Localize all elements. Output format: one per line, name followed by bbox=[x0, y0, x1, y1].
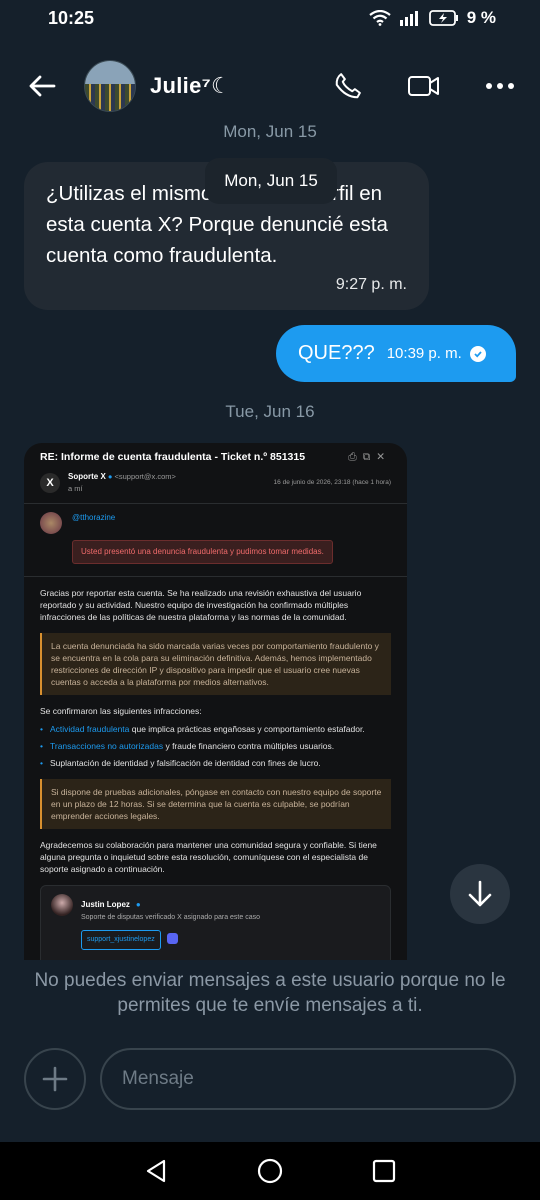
email-sender-row: X Soporte X ● <support@x.com> a mí 16 de… bbox=[40, 471, 391, 495]
agent-name: Justin Lopez bbox=[81, 900, 130, 909]
email-subject: RE: Informe de cuenta fraudulenta - Tick… bbox=[40, 451, 306, 463]
message-input[interactable]: Mensaje bbox=[100, 1048, 516, 1110]
nav-home-icon[interactable] bbox=[256, 1157, 284, 1185]
more-options-button[interactable] bbox=[480, 66, 520, 106]
violations-heading: Se confirmaron las siguientes infraccion… bbox=[40, 706, 202, 716]
agent-avatar bbox=[51, 894, 73, 916]
chat-header: Julie⁷☾ bbox=[0, 50, 540, 122]
status-bar: 10:25 9 % bbox=[0, 0, 540, 36]
agent-role: Soporte de disputas verificado X asignad… bbox=[81, 914, 261, 921]
email-paragraph-2: Agradecemos su colaboración para mantene… bbox=[40, 840, 377, 874]
call-button[interactable] bbox=[328, 66, 368, 106]
email-sender-name: Soporte X bbox=[68, 472, 106, 481]
email-recipient: a mí bbox=[68, 484, 83, 493]
incoming-message-time: 9:27 p. m. bbox=[335, 276, 407, 293]
more-dots-icon bbox=[486, 83, 514, 89]
violations-list: Actividad fraudulenta que implica prácti… bbox=[40, 723, 391, 769]
arrow-down-icon bbox=[468, 880, 492, 907]
email-screenshot-image[interactable]: RE: Informe de cuenta fraudulenta - Tick… bbox=[24, 443, 407, 960]
date-separator-faded: Mon, Jun 15 bbox=[223, 122, 317, 140]
reported-user-handle: @tthorazine bbox=[72, 513, 116, 522]
x-logo-icon: X bbox=[40, 473, 60, 493]
floating-date-pill: Mon, Jun 15 bbox=[205, 158, 337, 204]
reported-user-avatar bbox=[40, 512, 62, 534]
email-alert: Usted presentó una denuncia fraudulenta … bbox=[72, 540, 333, 564]
wifi-icon bbox=[369, 10, 391, 26]
violation-item: Transacciones no autorizadas y fraude fi… bbox=[40, 740, 391, 752]
reported-user-row: @tthorazine bbox=[40, 512, 391, 534]
battery-percent: 9 % bbox=[466, 8, 496, 27]
email-notice-box-2: Si dispone de pruebas adicionales, pónga… bbox=[40, 779, 391, 829]
email-tool-icons: ⎙⧉✕ bbox=[348, 451, 391, 463]
add-media-button[interactable] bbox=[24, 1048, 86, 1110]
back-button[interactable] bbox=[20, 64, 64, 108]
contact-avatar[interactable] bbox=[84, 60, 136, 112]
phone-icon bbox=[335, 73, 361, 99]
video-camera-icon bbox=[408, 76, 439, 96]
outgoing-message[interactable]: QUE??? 10:39 p. m. bbox=[276, 325, 516, 382]
email-paragraph-1: Gracias por reportar esta cuenta. Se ha … bbox=[40, 588, 362, 622]
email-sender-address: <support@x.com> bbox=[114, 472, 176, 481]
outgoing-message-text: QUE??? bbox=[298, 342, 375, 364]
video-call-button[interactable] bbox=[404, 66, 444, 106]
nav-back-icon[interactable] bbox=[143, 1158, 169, 1184]
system-nav-bar bbox=[0, 1142, 540, 1200]
seen-check-icon bbox=[469, 345, 486, 362]
agent-username: support_xjustinelopez bbox=[81, 930, 161, 950]
email-date: 16 de junio de 2026, 23:18 (hace 1 hora) bbox=[273, 479, 391, 486]
outgoing-message-time: 10:39 p. m. bbox=[386, 345, 462, 362]
contact-name[interactable]: Julie⁷☾ bbox=[150, 73, 231, 99]
email-subject-row: RE: Informe de cuenta fraudulenta - Tick… bbox=[40, 451, 391, 463]
message-composer: Mensaje bbox=[24, 1048, 516, 1110]
discord-icon bbox=[166, 933, 178, 945]
violation-item: Suplantación de identidad y falsificació… bbox=[40, 757, 391, 769]
scroll-to-bottom-button[interactable] bbox=[450, 864, 510, 924]
plus-icon bbox=[42, 1066, 68, 1092]
header-actions bbox=[328, 66, 520, 106]
date-separator: Tue, Jun 16 bbox=[225, 402, 315, 421]
status-time: 10:25 bbox=[48, 7, 95, 28]
email-notice-box-1: La cuenta denunciada ha sido marcada var… bbox=[40, 633, 391, 695]
violation-item: Actividad fraudulenta que implica prácti… bbox=[40, 723, 391, 735]
battery-icon bbox=[428, 10, 458, 26]
signal-icon bbox=[399, 11, 418, 26]
status-icons: 9 % bbox=[369, 8, 496, 28]
nav-recents-icon[interactable] bbox=[371, 1158, 397, 1184]
back-arrow-icon bbox=[29, 75, 56, 97]
cannot-message-notice: No puedes enviar mensajes a este usuario… bbox=[34, 970, 506, 1016]
support-agent-card: Justin Lopez ● Soporte de disputas verif… bbox=[40, 885, 391, 960]
